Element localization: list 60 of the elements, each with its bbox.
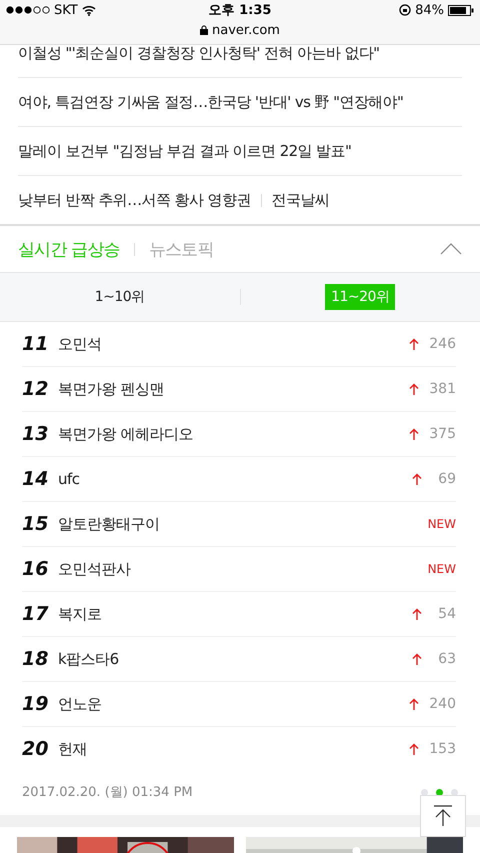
page-dot[interactable] [421,788,428,796]
scroll-top-button[interactable] [420,795,466,837]
up-arrow-icon [412,472,422,486]
up-arrow-icon [409,338,420,350]
news-headline[interactable]: 낮부터 반짝 추위…서쪽 황사 영향권 [18,190,251,210]
up-arrow-icon [412,652,422,666]
signal-icon [6,6,50,14]
page-dot[interactable] [451,788,458,796]
rank-number: 12 [22,378,50,400]
up-arrow-icon [412,608,422,620]
rank-change: 240 [429,696,456,712]
rank-change: 69 [437,471,456,487]
up-arrow-icon [409,698,420,710]
rank-number: 18 [22,648,50,670]
rank-number: 20 [22,738,50,760]
keyword-link[interactable]: 알토란황태구이 [58,514,428,534]
keyword-link[interactable]: 복면가왕 에헤라디오 [58,424,410,444]
carrier-name: SKT [54,2,78,18]
rank-number: 14 [22,468,50,490]
collapse-icon[interactable] [440,243,462,255]
keyword-link[interactable]: 언노운 [58,694,410,714]
rank-number: 17 [22,603,50,625]
keyword-link[interactable]: 헌재 [58,740,410,758]
range-tab[interactable]: 1~10위 [88,284,151,310]
rank-change: 246 [429,336,456,352]
rank-change: 54 [437,606,456,622]
weather-link[interactable]: 전국날씨 [272,190,330,210]
rank-number: 11 [22,333,50,355]
keyword-link[interactable]: 복지로 [58,604,412,624]
news-headline[interactable]: 말레이 보건부 "김정남 부검 결과 이르면 22일 발표" [18,142,352,160]
rotation-lock-icon [399,4,412,16]
rank-number: 16 [22,558,50,580]
keyword-link[interactable]: ufc [58,470,412,488]
rank-number: 15 [22,513,50,535]
rank-number: 13 [22,423,50,445]
keyword-link[interactable]: 오민석 [58,334,410,354]
rank-change: 381 [429,381,456,397]
battery-percent: 84% [415,2,444,18]
new-label: NEW [428,562,456,576]
new-label: NEW [428,517,456,531]
rank-number: 19 [22,693,50,715]
lock-icon [200,25,208,35]
wifi-icon [82,4,96,16]
up-arrow-icon [409,428,420,440]
status-time: 오후 1:35 [208,2,272,19]
rank-change: 153 [429,741,456,757]
keyword-link[interactable]: 복면가왕 펜싱맨 [58,380,410,398]
scroll-top-icon [433,805,453,827]
battery-icon [448,4,474,16]
keyword-link[interactable]: 오민석판사 [58,560,428,578]
news-headline[interactable]: 이철성 "'최순실이 경찰청장 인사청탁' 전혀 아는바 없다" [18,44,380,63]
page-dot[interactable] [436,788,443,796]
up-arrow-icon [409,742,420,756]
up-arrow-icon [409,382,420,396]
page-url: naver.com [212,22,280,38]
keyword-link[interactable]: k팝스타6 [58,650,412,668]
update-time: 2017.02.20. (월) 01:34 PM [22,784,194,801]
news-headline[interactable]: 여야, 특검연장 기싸움 절정…한국당 '반대' vs 野 "연장해야" [18,92,404,112]
rank-change: 63 [437,651,456,667]
rank-change: 375 [429,426,456,442]
